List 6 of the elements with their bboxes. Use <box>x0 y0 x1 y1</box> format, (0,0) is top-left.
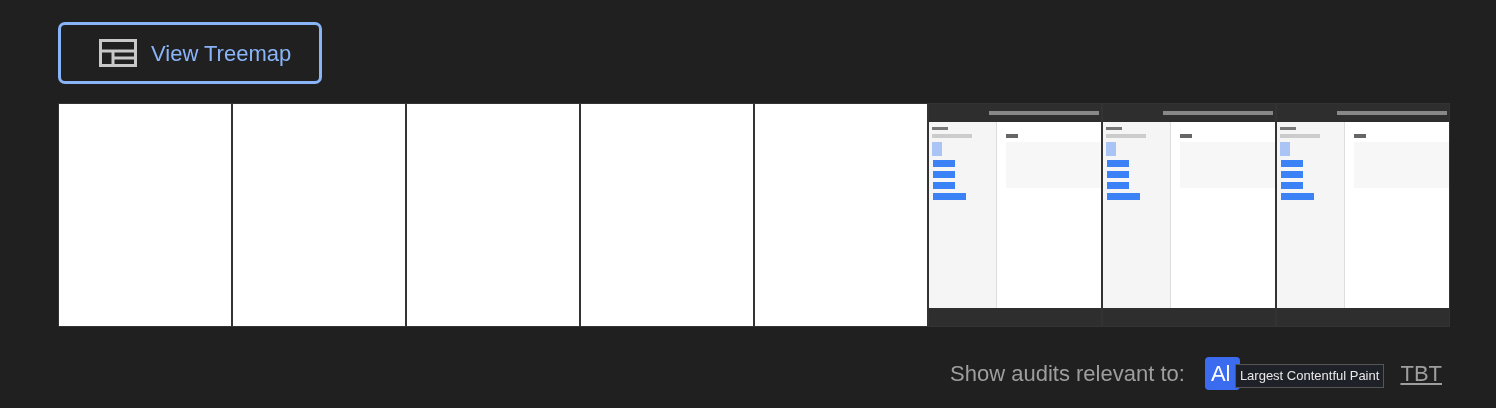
audit-filter-option[interactable]: TBT <box>1400 357 1442 390</box>
tooltip: Largest Contentful Paint <box>1234 364 1385 388</box>
audit-filter-option[interactable]: Al <box>1204 357 1241 390</box>
audit-filter-label: Show audits relevant to: <box>950 360 1185 388</box>
view-treemap-button[interactable]: View Treemap <box>58 22 322 84</box>
treemap-icon <box>99 39 137 67</box>
